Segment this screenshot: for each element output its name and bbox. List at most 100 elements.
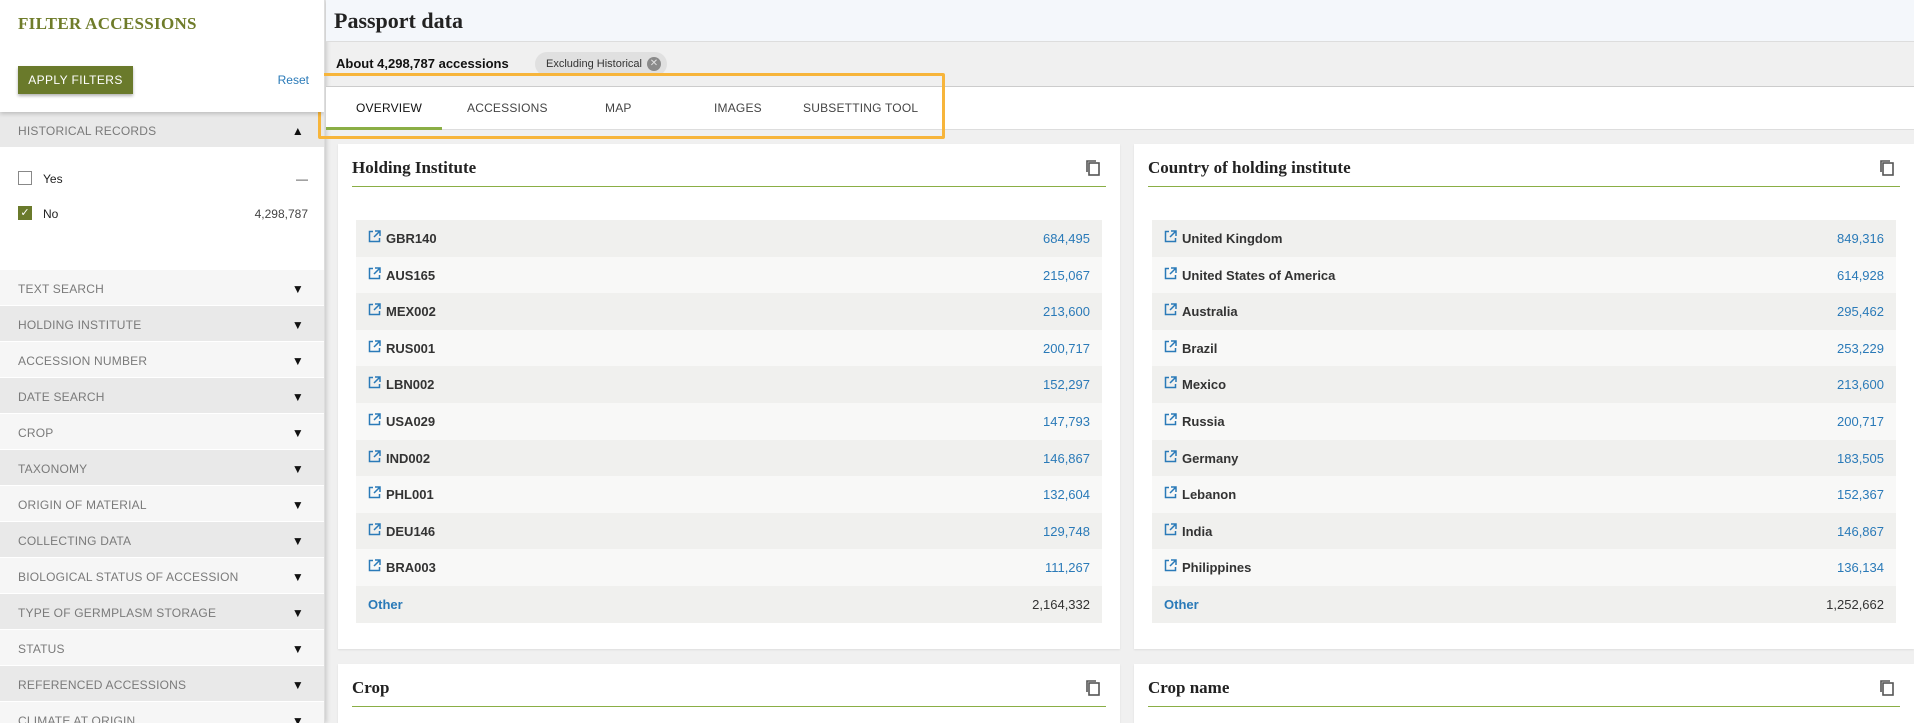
external-link-icon[interactable] [368, 376, 381, 389]
table-row[interactable]: Australia 295,462 [1152, 293, 1896, 330]
other-link[interactable]: Other [368, 597, 403, 612]
external-link-icon[interactable] [1164, 266, 1177, 280]
copy-icon[interactable] [1084, 158, 1102, 178]
table-row[interactable]: MEX002 213,600 [356, 293, 1102, 330]
apply-filters-button[interactable]: APPLY FILTERS [18, 66, 133, 94]
row-count[interactable]: 183,505 [1837, 451, 1884, 466]
external-link-icon[interactable] [1164, 486, 1177, 499]
section-climate-at-origin[interactable]: CLIMATE AT ORIGIN ▼ [0, 702, 324, 723]
table-row[interactable]: United Kingdom 849,316 [1152, 220, 1896, 257]
card-title: Crop name [1148, 678, 1230, 697]
external-link-icon[interactable] [1164, 376, 1177, 389]
row-count[interactable]: 684,495 [1043, 231, 1090, 246]
row-count[interactable]: 200,717 [1837, 414, 1884, 429]
section-biological-status-of-accession[interactable]: BIOLOGICAL STATUS OF ACCESSION ▼ [0, 558, 324, 594]
option-yes[interactable]: Yes — [18, 170, 308, 190]
table-row[interactable]: Lebanon 152,367 [1152, 476, 1896, 513]
table-row[interactable]: PHL001 132,604 [356, 476, 1102, 513]
section-crop[interactable]: CROP ▼ [0, 414, 324, 450]
row-count[interactable]: 295,462 [1837, 304, 1884, 319]
table-row[interactable]: Russia 200,717 [1152, 402, 1896, 440]
other-row[interactable]: Other 1,252,662 [1152, 585, 1896, 623]
reset-link[interactable]: Reset [278, 73, 309, 87]
row-count[interactable]: 152,297 [1043, 377, 1090, 392]
external-link-icon[interactable] [1164, 449, 1177, 463]
external-link-icon[interactable] [1164, 230, 1177, 243]
section-text-search[interactable]: TEXT SEARCH ▼ [0, 270, 324, 306]
external-link-icon[interactable] [368, 413, 381, 426]
tab-map[interactable]: MAP [605, 101, 632, 115]
table-row[interactable]: USA029 147,793 [356, 402, 1102, 440]
row-count[interactable]: 146,867 [1043, 451, 1090, 466]
external-link-icon[interactable] [368, 230, 381, 243]
table-row[interactable]: BRA003 111,267 [356, 549, 1102, 586]
table-row[interactable]: United States of America 614,928 [1152, 256, 1896, 294]
external-link-icon[interactable] [368, 523, 381, 536]
tab-images[interactable]: IMAGES [714, 101, 762, 115]
external-link-icon[interactable] [368, 486, 381, 499]
other-row[interactable]: Other 2,164,332 [356, 585, 1102, 623]
table-row[interactable]: DEU146 129,748 [356, 512, 1102, 550]
external-link-icon[interactable] [1164, 303, 1177, 316]
external-link-icon[interactable] [1164, 559, 1177, 572]
table-row[interactable]: AUS165 215,067 [356, 256, 1102, 294]
row-count[interactable]: 136,134 [1837, 560, 1884, 575]
checkbox-yes[interactable] [18, 171, 32, 185]
table-row[interactable]: IND002 146,867 [356, 439, 1102, 477]
row-count[interactable]: 132,604 [1043, 487, 1090, 502]
row-count[interactable]: 215,067 [1043, 268, 1090, 283]
external-link-icon[interactable] [368, 266, 381, 280]
tab-subsetting-tool[interactable]: SUBSETTING TOOL [803, 101, 918, 115]
table-row[interactable]: Mexico 213,600 [1152, 366, 1896, 403]
external-link-icon[interactable] [368, 449, 381, 463]
row-count[interactable]: 152,367 [1837, 487, 1884, 502]
external-link-icon[interactable] [368, 303, 381, 316]
section-label: TEXT SEARCH [18, 282, 104, 296]
option-no[interactable]: ✓ No 4,298,787 [18, 205, 308, 225]
row-count[interactable]: 147,793 [1043, 414, 1090, 429]
row-count[interactable]: 253,229 [1837, 341, 1884, 356]
section-holding-institute[interactable]: HOLDING INSTITUTE ▼ [0, 306, 324, 342]
section-origin-of-material[interactable]: ORIGIN OF MATERIAL ▼ [0, 486, 324, 522]
row-count[interactable]: 129,748 [1043, 524, 1090, 539]
checkbox-no-checked[interactable]: ✓ [18, 206, 32, 220]
row-count[interactable]: 213,600 [1837, 377, 1884, 392]
table-row[interactable]: India 146,867 [1152, 512, 1896, 550]
card-divider [352, 186, 1106, 187]
table-row[interactable]: Germany 183,505 [1152, 439, 1896, 477]
section-accession-number[interactable]: ACCESSION NUMBER ▼ [0, 342, 324, 378]
filter-chip[interactable]: Excluding Historical ✕ [535, 52, 667, 76]
external-link-icon[interactable] [1164, 340, 1177, 353]
tab-overview[interactable]: OVERVIEW [356, 101, 422, 115]
other-link[interactable]: Other [1164, 597, 1199, 612]
row-count[interactable]: 146,867 [1837, 524, 1884, 539]
copy-icon[interactable] [1084, 678, 1102, 698]
external-link-icon[interactable] [368, 559, 381, 572]
copy-icon[interactable] [1878, 158, 1896, 178]
row-count[interactable]: 614,928 [1837, 268, 1884, 283]
row-count: 1,252,662 [1826, 596, 1884, 612]
section-referenced-accessions[interactable]: REFERENCED ACCESSIONS ▼ [0, 666, 324, 702]
section-historical-records[interactable]: HISTORICAL RECORDS ▲ [0, 112, 324, 148]
tab-accessions[interactable]: ACCESSIONS [467, 101, 548, 115]
row-count[interactable]: 849,316 [1837, 231, 1884, 246]
close-icon[interactable]: ✕ [647, 57, 661, 71]
copy-icon[interactable] [1878, 678, 1896, 698]
table-row[interactable]: GBR140 684,495 [356, 220, 1102, 257]
section-type-of-germplasm-storage[interactable]: TYPE OF GERMPLASM STORAGE ▼ [0, 594, 324, 630]
table-row[interactable]: Philippines 136,134 [1152, 549, 1896, 586]
external-link-icon[interactable] [1164, 523, 1177, 536]
section-date-search[interactable]: DATE SEARCH ▼ [0, 378, 324, 414]
section-status[interactable]: STATUS ▼ [0, 630, 324, 666]
table-row[interactable]: RUS001 200,717 [356, 329, 1102, 367]
section-taxonomy[interactable]: TAXONOMY ▼ [0, 450, 324, 486]
table-row[interactable]: Brazil 253,229 [1152, 329, 1896, 367]
section-label: COLLECTING DATA [18, 534, 132, 548]
table-row[interactable]: LBN002 152,297 [356, 366, 1102, 403]
external-link-icon[interactable] [368, 340, 381, 353]
row-count[interactable]: 200,717 [1043, 341, 1090, 356]
row-count[interactable]: 213,600 [1043, 304, 1090, 319]
section-collecting-data[interactable]: COLLECTING DATA ▼ [0, 522, 324, 558]
external-link-icon[interactable] [1164, 413, 1177, 426]
row-count[interactable]: 111,267 [1045, 560, 1090, 575]
